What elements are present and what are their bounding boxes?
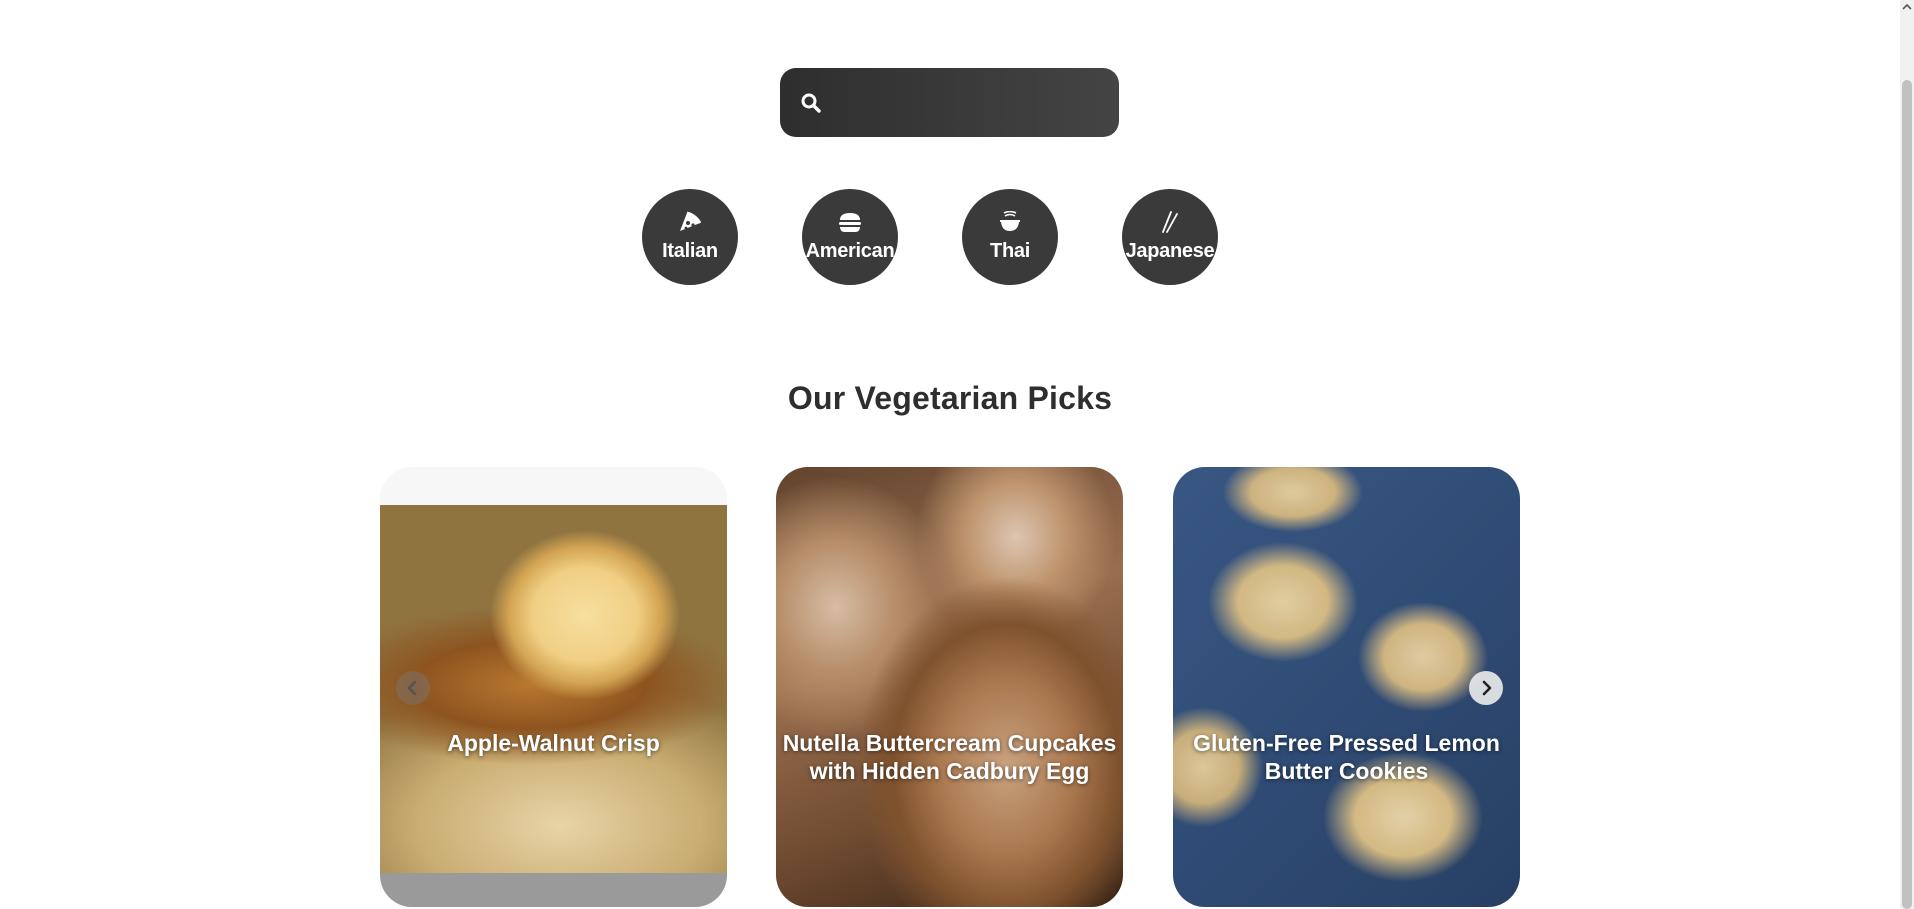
recipe-card[interactable]: Gluten-Free Pressed Lemon Butter Cookies [1173,467,1520,907]
noodle-bowl-icon [1000,211,1020,231]
cuisine-label: Japanese [1125,240,1215,262]
cuisine-button-thai[interactable]: Thai [962,189,1058,285]
scroll-up-button[interactable] [1900,0,1914,14]
cuisine-button-american[interactable]: American [802,189,898,285]
chevron-up-icon [1902,3,1912,10]
scrollbar[interactable] [1900,0,1914,909]
search-bar[interactable] [780,68,1119,139]
recipe-title[interactable]: Apple-Walnut Crisp [380,729,727,757]
recipe-card[interactable]: Nutella Buttercream Cupcakes with Hidden… [776,467,1123,907]
cuisine-label: Thai [990,240,1030,262]
carousel-prev-button[interactable] [396,671,430,705]
pizza-icon [680,211,702,231]
image-overlay [776,467,1123,907]
section-title: Our Vegetarian Picks [787,380,1113,416]
recipe-card[interactable]: Apple-Walnut Crisp [380,467,727,907]
burger-icon [839,213,861,232]
recipe-title[interactable]: Gluten-Free Pressed Lemon Butter Cookies [1173,729,1520,785]
search-input[interactable] [836,68,1110,139]
search-icon [801,93,821,113]
scrollbar-thumb[interactable] [1902,80,1912,909]
card-footer [380,873,727,907]
recipe-title[interactable]: Nutella Buttercream Cupcakes with Hidden… [776,729,1123,785]
image-overlay [1173,467,1520,907]
cuisine-label: American [805,240,895,262]
cuisine-button-japanese[interactable]: Japanese [1122,189,1218,285]
chopsticks-icon [1162,211,1178,233]
recipe-image [380,505,727,873]
chevron-right-icon [1482,680,1492,696]
cuisine-label: Italian [662,240,718,262]
carousel-next-button[interactable] [1469,671,1503,705]
chevron-left-icon [407,680,417,696]
cuisine-button-italian[interactable]: Italian [642,189,738,285]
